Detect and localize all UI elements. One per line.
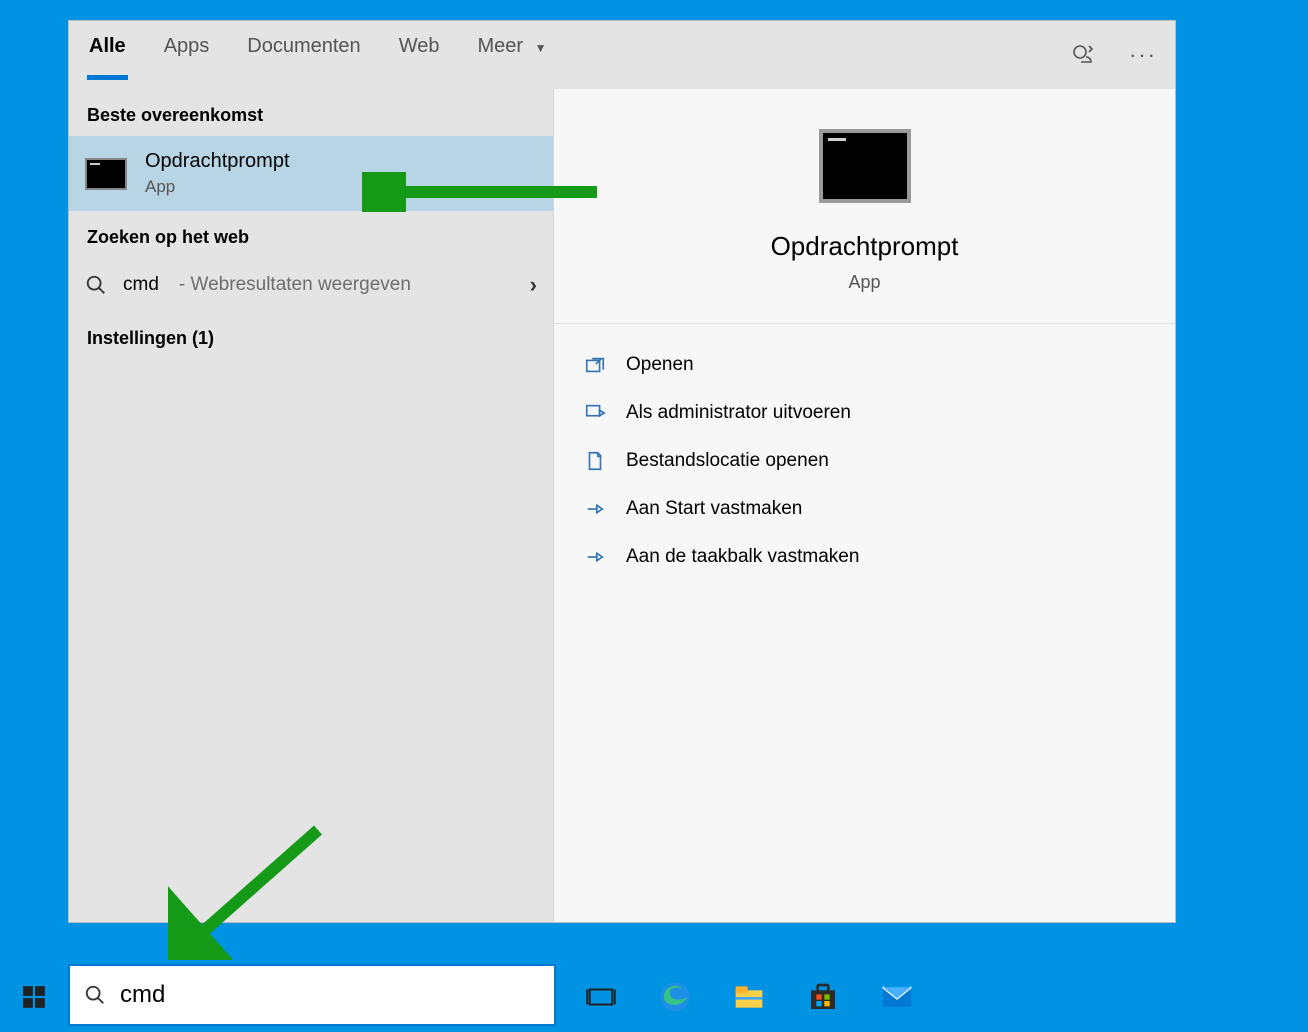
- preview-cmd-icon: [819, 129, 911, 203]
- action-run-admin-label: Als administrator uitvoeren: [626, 402, 851, 424]
- mail-icon[interactable]: [880, 980, 914, 1014]
- tab-all[interactable]: Alle: [89, 35, 126, 76]
- action-open[interactable]: Openen: [580, 346, 1149, 384]
- action-pin-taskbar-label: Aan de taakbalk vastmaken: [626, 546, 859, 568]
- more-options-icon[interactable]: ···: [1131, 43, 1155, 67]
- action-open-location-label: Bestandslocatie openen: [626, 450, 829, 472]
- action-pin-taskbar[interactable]: Aan de taakbalk vastmaken: [580, 538, 1149, 576]
- folder-icon: [584, 450, 606, 472]
- cmd-icon: [85, 158, 127, 190]
- tab-apps[interactable]: Apps: [164, 35, 210, 76]
- result-title: Opdrachtprompt: [145, 150, 290, 173]
- search-tabs: Alle Apps Documenten Web Meer ▼: [89, 35, 546, 76]
- preview-subtitle: App: [848, 272, 880, 293]
- action-open-location[interactable]: Bestandslocatie openen: [580, 442, 1149, 480]
- search-header: Alle Apps Documenten Web Meer ▼ ···: [69, 21, 1175, 89]
- result-opdrachtprompt[interactable]: Opdrachtprompt App: [69, 136, 553, 211]
- action-pin-start[interactable]: Aan Start vastmaken: [580, 490, 1149, 528]
- task-view-icon[interactable]: [584, 980, 618, 1014]
- web-query-text: cmd: [123, 274, 159, 296]
- tab-documents[interactable]: Documenten: [247, 35, 360, 76]
- action-run-admin[interactable]: Als administrator uitvoeren: [580, 394, 1149, 432]
- search-flyout: Alle Apps Documenten Web Meer ▼ ··· Best…: [68, 20, 1176, 923]
- web-result-cmd[interactable]: cmd - Webresultaten weergeven ›: [69, 258, 553, 312]
- best-match-heading: Beste overeenkomst: [69, 89, 553, 136]
- tab-web[interactable]: Web: [399, 35, 440, 76]
- action-pin-start-label: Aan Start vastmaken: [626, 498, 802, 520]
- shield-icon: [584, 402, 606, 424]
- pin-icon: [584, 498, 606, 520]
- results-pane: Beste overeenkomst Opdrachtprompt App Zo…: [69, 89, 553, 922]
- preview-title: Opdrachtprompt: [771, 231, 959, 262]
- taskbar-search[interactable]: [68, 964, 556, 1026]
- result-subtitle: App: [145, 177, 290, 197]
- tab-more-label: Meer: [477, 35, 523, 57]
- search-icon: [84, 984, 106, 1006]
- file-explorer-icon[interactable]: [732, 980, 766, 1014]
- tab-more[interactable]: Meer ▼: [477, 35, 546, 76]
- action-open-label: Openen: [626, 354, 694, 376]
- preview-pane: Opdrachtprompt App Openen Als administra…: [553, 89, 1175, 922]
- search-icon: [85, 274, 107, 296]
- search-web-heading: Zoeken op het web: [69, 211, 553, 258]
- edge-icon[interactable]: [658, 980, 692, 1014]
- chevron-down-icon: ▼: [535, 41, 547, 55]
- feedback-icon[interactable]: [1071, 43, 1095, 67]
- chevron-right-icon: ›: [530, 272, 537, 298]
- search-input[interactable]: [120, 981, 540, 1009]
- pin-icon: [584, 546, 606, 568]
- microsoft-store-icon[interactable]: [806, 980, 840, 1014]
- start-button[interactable]: [0, 962, 68, 1032]
- open-icon: [584, 354, 606, 376]
- taskbar: [0, 962, 1308, 1032]
- web-suffix-text: - Webresultaten weergeven: [179, 274, 411, 296]
- settings-heading: Instellingen (1): [69, 312, 553, 359]
